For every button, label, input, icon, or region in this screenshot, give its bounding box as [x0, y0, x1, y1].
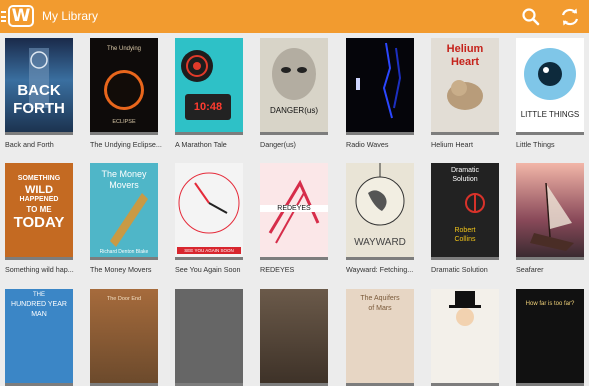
cover-text: HUNDRED YEAR [11, 301, 67, 308]
monopoly-man-art-icon [449, 291, 481, 326]
book-cover: DANGER(us) [260, 38, 328, 135]
book-title: The Undying Eclipse... [90, 140, 162, 149]
library-grid: BACK FORTH Back and Forth The Undying EC… [0, 38, 589, 386]
book-title: Dramatic Solution [431, 265, 488, 274]
cover-text: Movers [109, 180, 139, 190]
cover-text: HAPPENED [19, 196, 59, 203]
cover-text: FORTH [13, 100, 65, 117]
cover-text: 10:48 [193, 101, 223, 113]
book-cover: THE HUNDRED YEAR MAN [5, 289, 73, 386]
book-cover: SOMETHING WILD HAPPENED TO ME TODAY [5, 163, 73, 260]
cover-text: SOMETHING [17, 175, 61, 182]
cover-text: Heart [450, 56, 480, 68]
book-cover [516, 163, 584, 260]
cover-text: of Mars [368, 305, 392, 312]
book-title: REDEYES [260, 265, 295, 274]
book-title: Helium Heart [431, 140, 473, 149]
cover-text: WILD [24, 184, 54, 196]
top-app-bar: W My Library [0, 0, 589, 33]
book-cover: BACK FORTH [5, 38, 73, 135]
cover-text: REDEYES [260, 205, 328, 212]
cover-text: Helium [446, 43, 484, 55]
book-cover: LITTLE THINGS [516, 38, 584, 135]
cover-text: Dramatic [450, 167, 479, 174]
book-cover: 10:48 [175, 38, 243, 135]
book-title: The Money Movers [90, 265, 152, 274]
book-cover [431, 289, 499, 386]
cover-text: TODAY [13, 214, 65, 231]
cover-text: The Undying [106, 46, 142, 52]
book-cover: REDEYES [260, 163, 328, 260]
menu-icon[interactable] [1, 11, 6, 22]
cover-text: LITTLE THINGS [520, 110, 580, 119]
book-title: Wayward: Fetching... [346, 265, 414, 274]
wattpad-logo-icon[interactable]: W [8, 5, 34, 27]
cover-text: Solution [452, 176, 478, 183]
cover-text: The Aquifers [360, 295, 400, 302]
book-title: A Marathon Tale [175, 140, 227, 149]
book-cover: The Money Movers Richard Denton Blake [90, 163, 158, 260]
book-title: Danger(us) [260, 140, 296, 149]
cover-text: How far is too far? [525, 301, 575, 307]
cover-text: TO ME [26, 205, 52, 214]
book-title: Radio Waves [346, 140, 389, 149]
book-cover [260, 289, 328, 386]
cover-text: MAN [31, 311, 47, 318]
cover-text: The Money [101, 169, 147, 179]
book-cover: Helium Heart [431, 38, 499, 135]
cover-text: WAYWARD [354, 237, 406, 248]
book-cover: How far is too far? [516, 289, 584, 386]
cover-text: ECLIPSE [112, 119, 136, 125]
book-cover: WAYWARD [346, 163, 414, 260]
book-cover: The Undying ECLIPSE [90, 38, 158, 135]
cover-text: Collins [454, 236, 476, 243]
cover-text: Richard Denton Blake [99, 249, 149, 255]
cover-text: The Door End [106, 296, 142, 302]
book-title: Seafarer [516, 265, 544, 274]
clock-art-icon [178, 172, 240, 234]
search-icon[interactable] [519, 5, 543, 29]
cover-text: DANGER(us) [269, 106, 318, 115]
book-cover: Dramatic Solution Robert Collins [431, 163, 499, 260]
book-cover [175, 289, 243, 386]
refresh-icon[interactable] [558, 5, 582, 29]
ship-art-icon [530, 182, 574, 251]
face-art-icon [272, 48, 316, 100]
book-cover: The Door End [90, 289, 158, 386]
book-cover [346, 38, 414, 135]
target-clock-art-icon [181, 50, 231, 120]
cover-text: BACK [17, 82, 61, 99]
eye-art-icon [524, 48, 576, 100]
book-cover: SEE YOU AGAIN SOON [175, 163, 243, 260]
book-cover: The Aquifers of Mars [346, 289, 414, 386]
cover-text: THE [33, 292, 45, 298]
book-title: Little Things [516, 140, 555, 149]
book-title: Back and Forth [5, 140, 54, 149]
book-title: Something wild hap... [5, 265, 74, 274]
book-title: See You Again Soon [175, 265, 241, 274]
radio-waves-art-icon [356, 42, 402, 119]
page-title: My Library [42, 9, 99, 23]
cover-text: SEE YOU AGAIN SOON [177, 247, 241, 254]
cover-text: Robert [454, 227, 476, 234]
